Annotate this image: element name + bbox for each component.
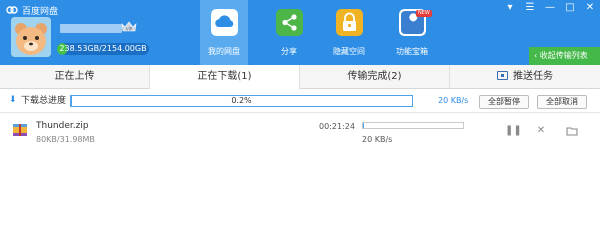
nav-my-disk[interactable]: 我的网盘 [200, 0, 248, 65]
avatar[interactable] [11, 17, 51, 57]
lock-icon [336, 9, 363, 36]
baidu-cloud-logo-icon [6, 6, 18, 14]
storage-quota-bar: 238.53GB/2154.00GB [57, 43, 149, 55]
cancel-all-button[interactable]: 全部取消 [537, 95, 587, 109]
collapse-label: 收起传输列表 [539, 51, 588, 60]
download-item[interactable]: Thunder.zip 80KB/31.98MB 00:21:24 20 KB/… [0, 113, 600, 151]
tab-label: 正在上传 [54, 71, 95, 82]
file-size: 80KB/31.98MB [36, 135, 95, 144]
open-folder-icon[interactable] [566, 125, 578, 137]
pause-icon[interactable]: ❚❚ [505, 125, 522, 137]
file-name: Thunder.zip [36, 121, 89, 131]
collapse-transfer-list-button[interactable]: ‹ 收起传输列表 [529, 47, 600, 65]
vip-badge-text: VIP [126, 27, 133, 32]
total-progress-row: ⬇ 下载总进度 0.2% 20 KB/s 全部暂停 全部取消 [0, 89, 600, 114]
share-icon [276, 9, 303, 36]
nav-hidden-space[interactable]: 隐藏空间 [325, 0, 373, 65]
item-speed: 20 KB/s [362, 135, 393, 144]
tab-push-tasks[interactable]: 推送任务 [450, 65, 600, 89]
total-progress-label: 下载总进度 [21, 96, 67, 106]
nav-toolbox[interactable]: NEW 功能宝箱 [388, 0, 436, 65]
cloud-icon [211, 9, 238, 36]
nav-label: 分享 [281, 47, 297, 56]
zip-archive-icon [13, 124, 27, 136]
item-progress-bar [362, 122, 464, 129]
cancel-icon[interactable]: ✕ [535, 125, 547, 137]
total-speed: 20 KB/s [438, 96, 469, 105]
tab-label: 推送任务 [513, 71, 553, 82]
close-icon[interactable]: ✕ [584, 2, 596, 14]
tab-label: 正在下载(1) [197, 71, 252, 82]
push-task-icon [497, 71, 508, 80]
pause-all-button[interactable]: 全部暂停 [479, 95, 529, 109]
maximize-icon[interactable]: □ [564, 2, 576, 14]
window-controls: ▾ ☰ — □ ✕ [504, 2, 596, 14]
nav-label: 隐藏空间 [333, 47, 365, 56]
nav-share[interactable]: 分享 [265, 0, 313, 65]
tab-label: 传输完成(2) [347, 71, 402, 82]
nav-label: 功能宝箱 [396, 47, 428, 56]
menu-icon[interactable]: ▾ [504, 2, 516, 14]
storage-quota-text: 238.53GB/2154.00GB [59, 44, 147, 53]
minimize-icon[interactable]: — [544, 2, 556, 14]
tab-downloading[interactable]: 正在下载(1) [150, 65, 300, 90]
time-remaining: 00:21:24 [319, 122, 355, 131]
download-arrow-icon: ⬇ [9, 95, 17, 105]
top-bar: 百度网盘 ▾ ☰ — □ ✕ VIP 238.53GB/2154.00GB 我的… [0, 0, 600, 65]
username-redacted [60, 24, 122, 33]
skin-icon[interactable]: ☰ [524, 2, 536, 14]
vip-crown-icon: VIP [121, 21, 137, 32]
total-progress-bar: 0.2% [70, 95, 413, 107]
transfer-tabs: 正在上传 正在下载(1) 传输完成(2) 推送任务 [0, 65, 600, 90]
total-progress-percent: 0.2% [231, 96, 252, 105]
tab-completed[interactable]: 传输完成(2) [300, 65, 450, 89]
bear-avatar-icon [11, 17, 51, 57]
brand: 百度网盘 [6, 3, 58, 17]
nav-label: 我的网盘 [208, 47, 240, 56]
new-badge: NEW [416, 10, 432, 17]
tab-uploading[interactable]: 正在上传 [0, 65, 150, 89]
app-title: 百度网盘 [22, 6, 59, 17]
